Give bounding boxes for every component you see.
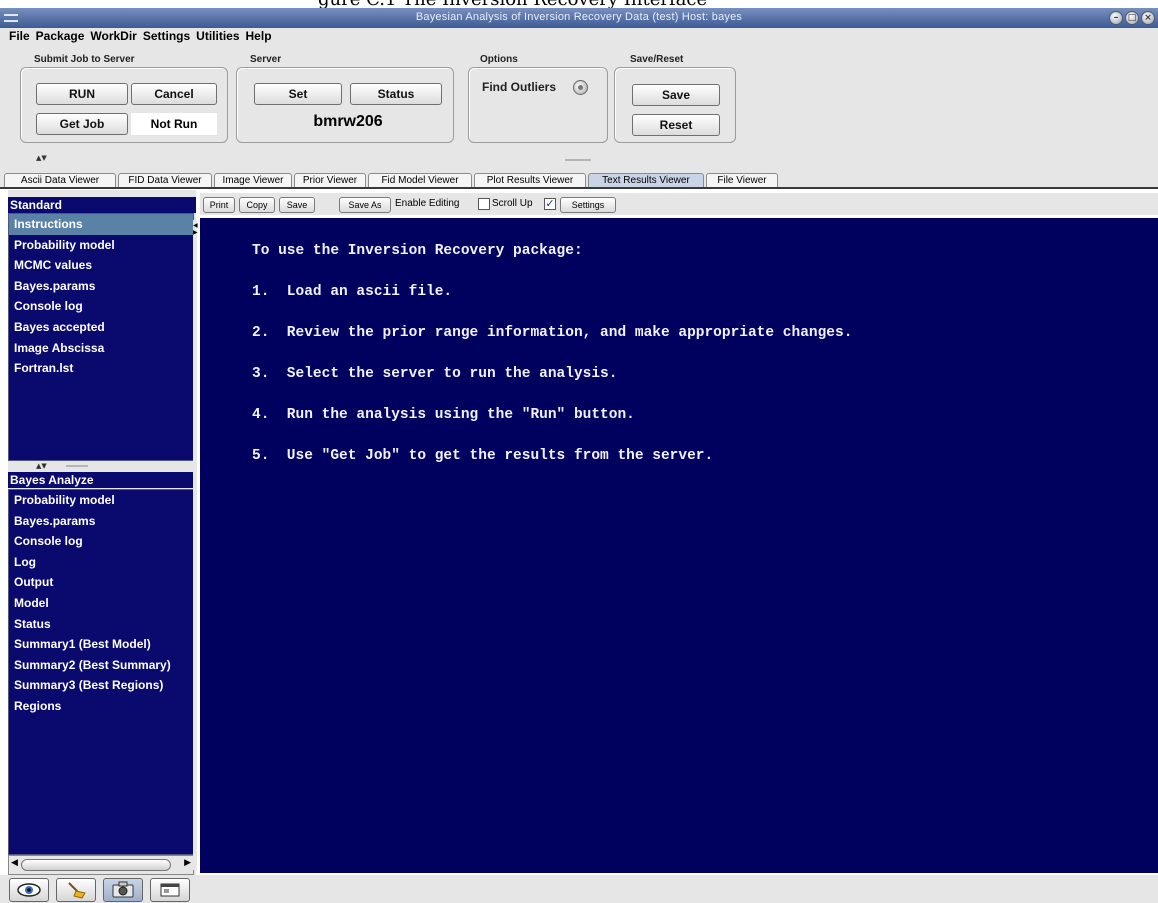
- job-status-text: Not Run: [131, 113, 217, 135]
- list-item[interactable]: Bayes accepted: [9, 317, 193, 338]
- settings-button[interactable]: Settings: [560, 197, 616, 213]
- save-as-button[interactable]: Save As: [339, 197, 391, 213]
- run-button[interactable]: RUN: [36, 83, 128, 105]
- window-title: Bayesian Analysis of Inversion Recovery …: [415, 11, 743, 23]
- standard-header: Standard: [8, 197, 196, 213]
- scroll-up-label: Scroll Up: [492, 198, 533, 209]
- split-arrows-icon[interactable]: ▲▼: [36, 462, 47, 470]
- menu-help[interactable]: Help: [243, 28, 275, 45]
- print-button[interactable]: Print: [203, 197, 235, 213]
- instruction-line: 4. Run the analysis using the "Run" butt…: [252, 407, 635, 423]
- options-group: [468, 67, 608, 143]
- scroll-left-icon[interactable]: ◀: [11, 858, 18, 868]
- split-arrows-icon[interactable]: ▲▼: [36, 154, 47, 162]
- save-reset-group-label: Save/Reset: [630, 54, 684, 65]
- list-item[interactable]: Model: [9, 593, 193, 614]
- list-item[interactable]: Bayes.params: [9, 511, 193, 532]
- window-controls: – □ ×: [1109, 11, 1155, 25]
- camera-icon[interactable]: [103, 878, 143, 902]
- list-item[interactable]: Log: [9, 552, 193, 573]
- splitter-grip[interactable]: [66, 465, 88, 467]
- vertical-splitter[interactable]: ◀ ▶: [193, 220, 198, 870]
- find-outliers-label: Find Outliers: [482, 80, 557, 94]
- list-item[interactable]: Probability model: [9, 490, 193, 511]
- reset-button[interactable]: Reset: [632, 114, 720, 136]
- list-item[interactable]: Probability model: [9, 235, 193, 256]
- get-job-button[interactable]: Get Job: [36, 113, 128, 135]
- maximize-icon[interactable]: □: [1125, 11, 1139, 25]
- list-item[interactable]: Console log: [9, 296, 193, 317]
- menu-settings[interactable]: Settings: [140, 28, 193, 45]
- list-item[interactable]: Console log: [9, 531, 193, 552]
- instruction-line: 2. Review the prior range information, a…: [252, 325, 853, 341]
- splitter-grip[interactable]: [565, 159, 591, 161]
- list-item[interactable]: Output: [9, 572, 193, 593]
- menu-utilities[interactable]: Utilities: [193, 28, 242, 45]
- minimize-icon[interactable]: –: [1109, 11, 1123, 25]
- broom-icon[interactable]: [56, 878, 96, 902]
- scroll-up-checkbox[interactable]: ✓: [544, 198, 556, 210]
- list-item[interactable]: Summary3 (Best Regions): [9, 675, 193, 696]
- enable-editing-checkbox[interactable]: [478, 198, 490, 210]
- instruction-line: 3. Select the server to run the analysis…: [252, 366, 618, 382]
- text-save-button[interactable]: Save: [279, 197, 315, 213]
- sidebar-splitter[interactable]: ▲▼: [8, 461, 196, 471]
- submit-group-label: Submit Job to Server: [34, 54, 135, 65]
- list-item[interactable]: Bayes.params: [9, 276, 193, 297]
- bayes-analyze-list: Probability model Bayes.params Console l…: [8, 489, 194, 855]
- list-item[interactable]: Summary2 (Best Summary): [9, 655, 193, 676]
- list-item[interactable]: MCMC values: [9, 255, 193, 276]
- menu-workdir[interactable]: WorkDir: [87, 28, 139, 45]
- tab-underline: [0, 187, 1158, 189]
- window-icon[interactable]: [150, 878, 190, 902]
- set-server-button[interactable]: Set: [254, 83, 342, 105]
- menu-package[interactable]: Package: [33, 28, 88, 45]
- save-button[interactable]: Save: [632, 84, 720, 106]
- eye-icon[interactable]: [9, 878, 49, 902]
- text-viewer-toolbar: Print Copy Save Save As Enable Editing S…: [200, 193, 1158, 215]
- instruction-line: 1. Load an ascii file.: [252, 284, 453, 300]
- tab-gap: [0, 163, 1158, 170]
- sidebar-horizontal-scrollbar[interactable]: ◀ ▶: [8, 855, 194, 875]
- bottom-toolbar: [0, 875, 1158, 903]
- instruction-line: To use the Inversion Recovery package:: [252, 243, 583, 259]
- instruction-line: 5. Use "Get Job" to get the results from…: [252, 448, 714, 464]
- scroll-right-icon[interactable]: ▶: [184, 858, 191, 868]
- cancel-button[interactable]: Cancel: [131, 83, 217, 105]
- enable-editing-label: Enable Editing: [395, 198, 460, 209]
- list-item[interactable]: Regions: [9, 696, 193, 717]
- scroll-thumb[interactable]: [21, 859, 171, 871]
- options-group-label: Options: [480, 54, 518, 65]
- split-arrows-icon[interactable]: ◀ ▶: [193, 222, 198, 236]
- list-item[interactable]: Summary1 (Best Model): [9, 634, 193, 655]
- list-item-instructions[interactable]: Instructions: [9, 214, 193, 235]
- text-results-pane[interactable]: To use the Inversion Recovery package: 1…: [200, 218, 1158, 873]
- server-group-label: Server: [250, 54, 282, 65]
- server-name: bmrw206: [313, 113, 383, 130]
- standard-list: Instructions Probability model MCMC valu…: [8, 213, 194, 461]
- bayes-analyze-header: Bayes Analyze: [8, 472, 196, 488]
- find-outliers-radio[interactable]: [573, 80, 588, 95]
- list-item[interactable]: Image Abscissa: [9, 338, 193, 359]
- job-control-area: Submit Job to Server RUN Cancel Get Job …: [0, 45, 1158, 155]
- copy-button[interactable]: Copy: [239, 197, 275, 213]
- list-item[interactable]: Status: [9, 614, 193, 635]
- window-titlebar: Bayesian Analysis of Inversion Recovery …: [0, 8, 1158, 28]
- caption-fragment: gure C.1 The Inversion Recovery Interfac…: [0, 0, 1158, 8]
- list-item[interactable]: Fortran.lst: [9, 358, 193, 379]
- results-sidebar: Standard Instructions Probability model …: [8, 190, 196, 875]
- server-status-button[interactable]: Status: [350, 83, 442, 105]
- close-icon[interactable]: ×: [1141, 11, 1155, 25]
- menu-bar: File Package WorkDir Settings Utilities …: [0, 28, 1158, 45]
- top-splitter[interactable]: ▲▼: [0, 154, 1158, 163]
- server-group: [236, 67, 454, 143]
- menu-file[interactable]: File: [6, 28, 33, 45]
